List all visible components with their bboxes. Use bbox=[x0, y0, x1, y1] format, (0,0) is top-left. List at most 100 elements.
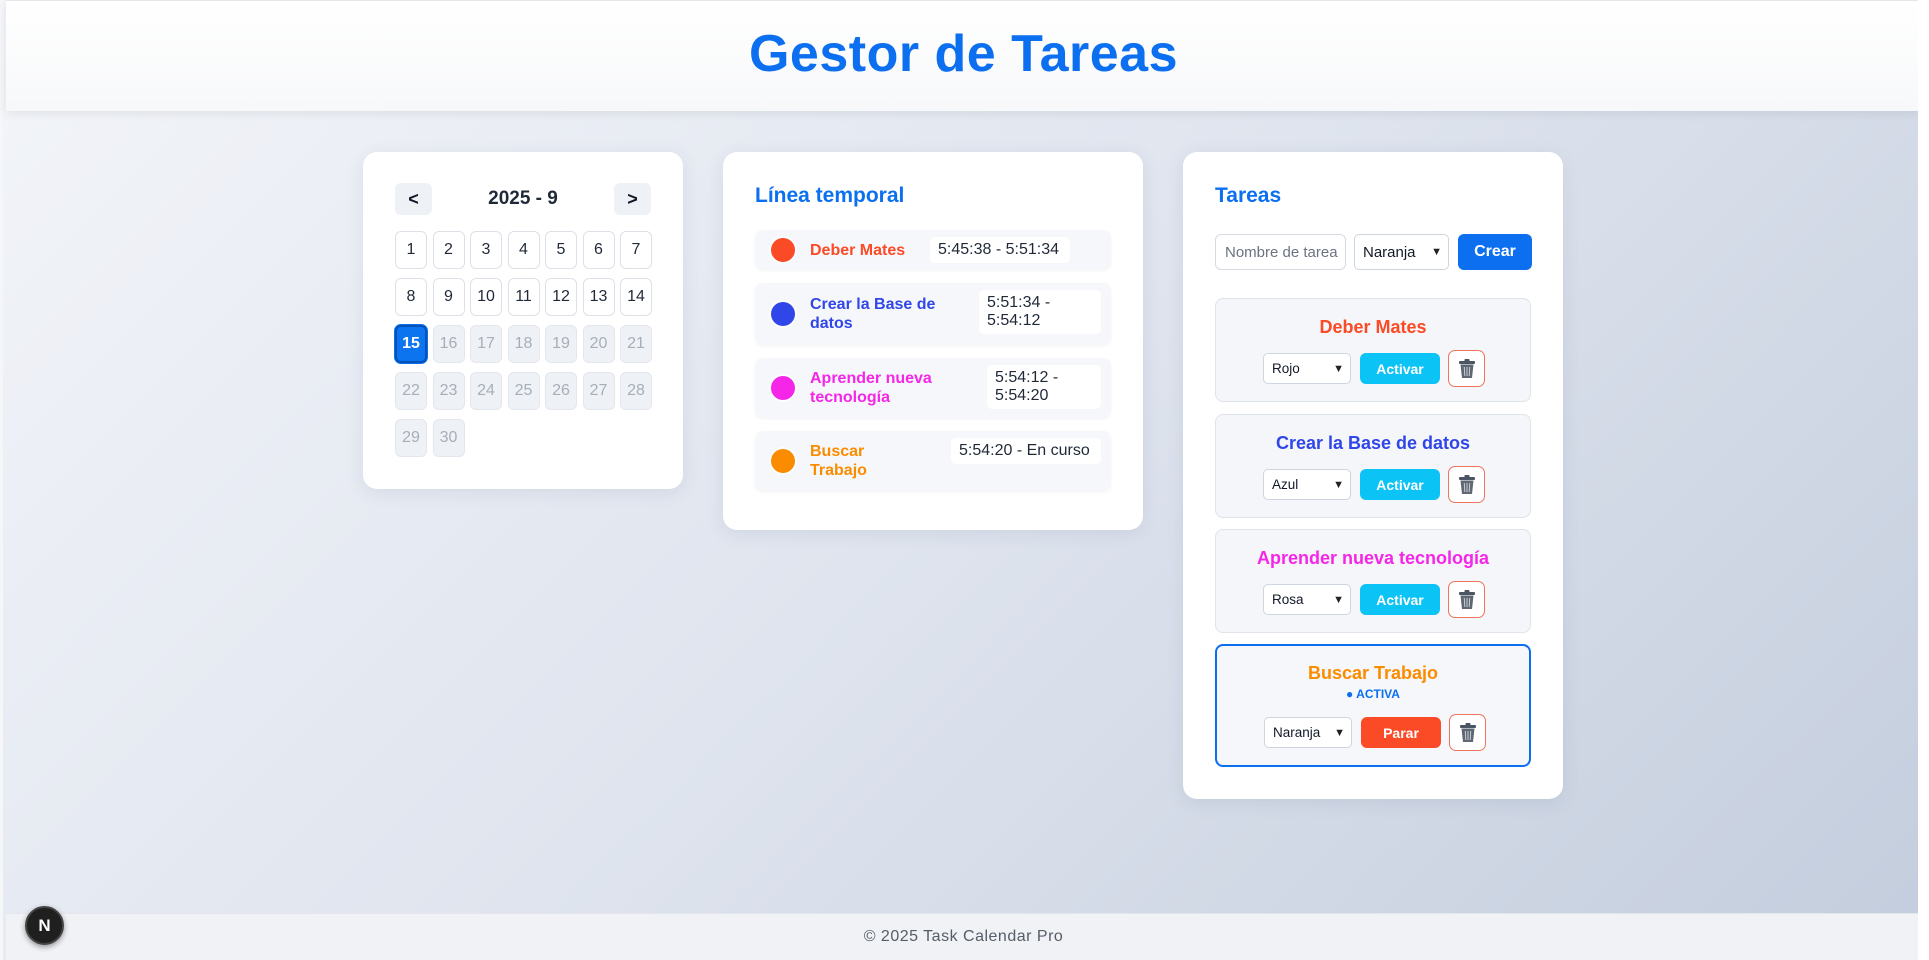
task-name-input[interactable]: Nombre de tarea bbox=[1215, 234, 1346, 270]
chevron-down-icon: ▼ bbox=[1431, 246, 1442, 258]
chevron-down-icon: ▼ bbox=[1333, 593, 1344, 606]
task-color-value: Rosa bbox=[1272, 592, 1304, 607]
task-card: Aprender nueva tecnología Rosa ▼ Activar bbox=[1215, 529, 1531, 633]
active-status-badge: ● ACTIVA bbox=[1346, 687, 1400, 701]
calendar-grid: 1 2 3 4 5 6 7 8 9 10 11 12 13 14 15 16 17 18 19 20 21 22 23 24 2… bbox=[395, 231, 652, 457]
delete-task-button[interactable] bbox=[1449, 714, 1486, 751]
task-color-value: Rojo bbox=[1272, 361, 1300, 376]
activate-task-button[interactable]: Activar bbox=[1360, 353, 1440, 384]
timeline-title: Línea temporal bbox=[755, 184, 905, 207]
footer: © 2025 Task Calendar Pro bbox=[6, 913, 1921, 960]
timeline-color-dot bbox=[771, 238, 795, 262]
next-month-button[interactable]: > bbox=[613, 183, 651, 215]
page: Gestor de Tareas < 2025 - 9 > 1234567891… bbox=[0, 0, 1921, 960]
new-task-form: Nombre de tarea Naranja ▼ Crear bbox=[1215, 234, 1532, 270]
task-color-select[interactable]: Naranja ▼ bbox=[1264, 717, 1352, 748]
calendar-day[interactable]: 26 bbox=[545, 372, 577, 410]
page-title: Gestor de Tareas bbox=[748, 25, 1178, 83]
task-controls: Rosa ▼ Activar bbox=[1263, 581, 1485, 618]
calendar-day[interactable]: 14 bbox=[620, 278, 652, 316]
trash-icon bbox=[1458, 358, 1476, 379]
new-task-color-value: Naranja bbox=[1363, 243, 1416, 261]
task-name: Aprender nueva tecnología bbox=[1256, 548, 1490, 568]
calendar-day-selected[interactable]: 15 bbox=[395, 325, 427, 363]
chevron-down-icon: ▼ bbox=[1333, 478, 1344, 491]
footer-text: © 2025 Task Calendar Pro bbox=[863, 928, 1064, 945]
timeline-item: Deber Mates 5:45:38 - 5:51:34 bbox=[755, 230, 1111, 270]
timeline-item: Buscar Trabajo 5:54:20 - En curso bbox=[755, 431, 1111, 491]
timeline-card: Línea temporal Deber Mates 5:45:38 - 5:51… bbox=[723, 152, 1143, 530]
timeline-task-name: Deber Mates bbox=[810, 241, 906, 259]
calendar-day[interactable]: 18 bbox=[507, 325, 540, 363]
activate-task-button[interactable]: Activar bbox=[1360, 584, 1440, 615]
calendar-day[interactable]: 11 bbox=[507, 278, 540, 316]
calendar-day[interactable]: 28 bbox=[620, 372, 652, 410]
delete-task-button[interactable] bbox=[1448, 466, 1485, 503]
task-name: Buscar Trabajo bbox=[1307, 663, 1439, 683]
calendar-day[interactable]: 12 bbox=[545, 278, 577, 316]
calendar-day[interactable]: 8 bbox=[395, 278, 427, 316]
delete-task-button[interactable] bbox=[1448, 581, 1485, 618]
task-card: Deber Mates Rojo ▼ Activar bbox=[1215, 298, 1531, 402]
task-color-select[interactable]: Rosa ▼ bbox=[1263, 584, 1351, 615]
timeline-color-dot bbox=[771, 302, 795, 326]
tasks-card: Tareas Nombre de tarea Naranja ▼ Crear D… bbox=[1183, 152, 1563, 799]
calendar-day[interactable]: 2 bbox=[432, 231, 465, 269]
timeline-time-range: 5:54:12 - 5:54:20 bbox=[987, 365, 1101, 409]
stop-task-button[interactable]: Parar bbox=[1361, 717, 1441, 748]
chevron-down-icon: ▼ bbox=[1333, 362, 1344, 375]
chevron-down-icon: ▼ bbox=[1334, 726, 1345, 739]
create-task-button[interactable]: Crear bbox=[1458, 234, 1532, 270]
task-name: Crear la Base de datos bbox=[1275, 433, 1471, 453]
task-color-value: Naranja bbox=[1273, 725, 1321, 740]
timeline-task-name: Crear la Base de datos bbox=[810, 296, 936, 332]
task-controls: Rojo ▼ Activar bbox=[1263, 350, 1485, 387]
calendar-day[interactable]: 19 bbox=[545, 325, 577, 363]
calendar-day[interactable]: 23 bbox=[432, 372, 465, 410]
calendar-day[interactable]: 30 bbox=[432, 419, 465, 457]
activate-task-button[interactable]: Activar bbox=[1360, 469, 1440, 500]
timeline-item: Crear la Base de datos 5:51:34 - 5:54:12 bbox=[755, 283, 1111, 345]
calendar-day[interactable]: 4 bbox=[507, 231, 540, 269]
timeline-time-range: 5:54:20 - En curso bbox=[951, 438, 1101, 464]
task-controls: Azul ▼ Activar bbox=[1263, 466, 1485, 503]
delete-task-button[interactable] bbox=[1448, 350, 1485, 387]
calendar-day[interactable]: 6 bbox=[582, 231, 615, 269]
calendar-day[interactable]: 21 bbox=[620, 325, 652, 363]
calendar-day[interactable]: 7 bbox=[620, 231, 652, 269]
calendar-day[interactable]: 9 bbox=[432, 278, 465, 316]
calendar-card: < 2025 - 9 > 1 2 3 4 5 6 7 8 9 10 11 12 13 14 15 16 17 18… bbox=[363, 152, 683, 489]
tasks-title: Tareas bbox=[1215, 184, 1282, 207]
prev-month-button[interactable]: < bbox=[395, 183, 432, 215]
calendar-day[interactable]: 24 bbox=[470, 372, 502, 410]
task-controls: Naranja ▼ Parar bbox=[1264, 714, 1486, 751]
calendar-day[interactable]: 16 bbox=[432, 325, 465, 363]
app-header: Gestor de Tareas bbox=[6, 0, 1921, 111]
calendar-day[interactable]: 29 bbox=[395, 419, 427, 457]
timeline-task-name: Aprender nueva tecnología bbox=[810, 370, 932, 406]
task-name: Deber Mates bbox=[1319, 317, 1427, 337]
scrollbar[interactable] bbox=[1918, 0, 1929, 960]
timeline-item: Aprender nueva tecnología 5:54:12 - 5:54:… bbox=[755, 358, 1111, 418]
calendar-day[interactable]: 3 bbox=[470, 231, 502, 269]
calendar-day[interactable]: 10 bbox=[470, 278, 502, 316]
calendar-day[interactable]: 1 bbox=[395, 231, 427, 269]
calendar-day[interactable]: 25 bbox=[507, 372, 540, 410]
task-color-value: Azul bbox=[1272, 477, 1299, 492]
calendar-day[interactable]: 13 bbox=[582, 278, 615, 316]
calendar-day[interactable]: 27 bbox=[582, 372, 615, 410]
new-task-color-select[interactable]: Naranja ▼ bbox=[1354, 234, 1449, 270]
timeline-list: Deber Mates 5:45:38 - 5:51:34 Crear la Bas… bbox=[755, 230, 1111, 504]
calendar-nav: < 2025 - 9 > bbox=[395, 183, 651, 215]
calendar-day[interactable]: 5 bbox=[545, 231, 577, 269]
timeline-time-range: 5:45:38 - 5:51:34 bbox=[930, 237, 1070, 263]
task-color-select[interactable]: Rojo ▼ bbox=[1263, 353, 1351, 384]
calendar-day[interactable]: 20 bbox=[582, 325, 615, 363]
calendar-day[interactable]: 17 bbox=[470, 325, 502, 363]
trash-icon bbox=[1458, 589, 1476, 610]
calendar-day[interactable]: 22 bbox=[395, 372, 427, 410]
timeline-time-range: 5:51:34 - 5:54:12 bbox=[979, 290, 1101, 334]
task-color-select[interactable]: Azul ▼ bbox=[1263, 469, 1351, 500]
nextjs-dev-badge[interactable]: N bbox=[25, 906, 64, 945]
task-card-active: Buscar Trabajo ● ACTIVA Naranja ▼ Parar bbox=[1215, 644, 1531, 767]
